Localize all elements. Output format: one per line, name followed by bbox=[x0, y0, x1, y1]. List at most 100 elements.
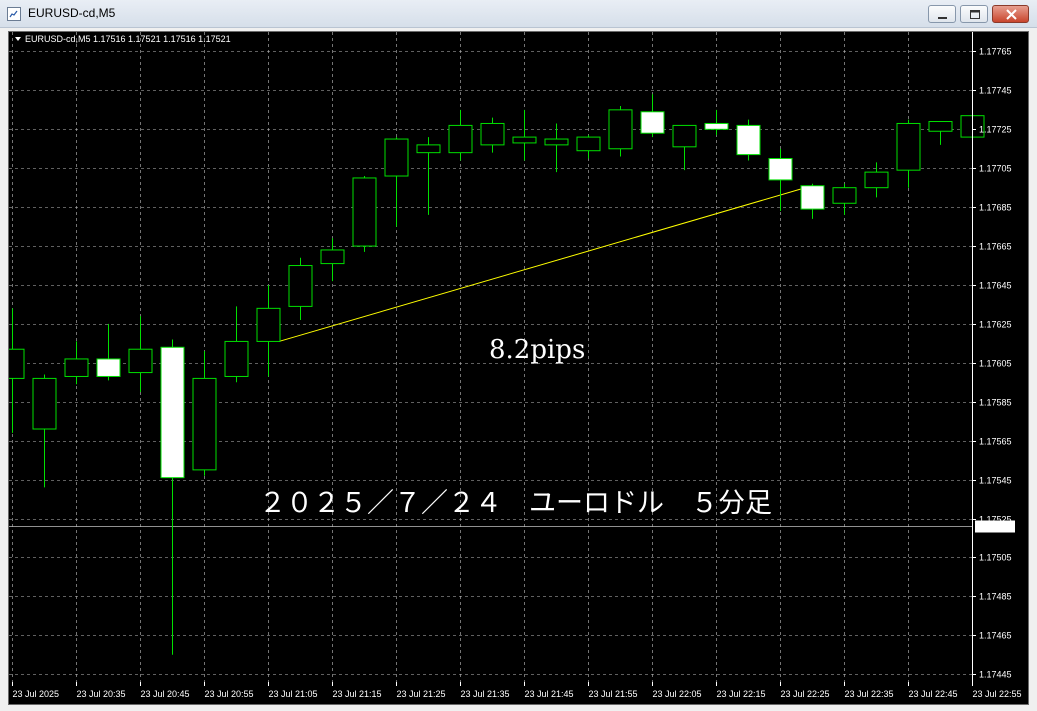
x-tick-label: 23 Jul 21:55 bbox=[589, 689, 638, 699]
candle[interactable] bbox=[768, 148, 793, 212]
candle[interactable] bbox=[64, 341, 89, 385]
candle[interactable] bbox=[448, 109, 473, 161]
x-tick-label: 23 Jul 20:35 bbox=[77, 689, 126, 699]
candle[interactable] bbox=[224, 306, 249, 383]
y-tick-label: 1.17705 bbox=[979, 164, 1012, 174]
x-tick-label: 23 Jul 21:15 bbox=[333, 689, 382, 699]
candle[interactable] bbox=[416, 137, 441, 215]
bull-candle-body bbox=[128, 348, 153, 374]
close-button[interactable] bbox=[992, 5, 1029, 23]
chart-window-icon bbox=[7, 7, 21, 21]
y-tick-label: 1.17625 bbox=[979, 320, 1012, 330]
bull-candle-body bbox=[224, 340, 249, 377]
bull-candle-body bbox=[896, 122, 921, 171]
y-tick-label: 1.17685 bbox=[979, 203, 1012, 213]
x-tick-label: 23 Jul 22:15 bbox=[717, 689, 766, 699]
bull-candle-body bbox=[256, 307, 281, 342]
info-bar: EURUSD-cd,M5 1.17516 1.17521 1.17516 1.1… bbox=[15, 34, 231, 44]
bull-candle-body bbox=[576, 136, 601, 152]
x-tick-label: 23 Jul 22:45 bbox=[909, 689, 958, 699]
bear-candle-body bbox=[96, 358, 121, 377]
y-tick-label: 1.17665 bbox=[979, 242, 1012, 252]
candle[interactable] bbox=[800, 183, 825, 219]
x-tick-label: 23 Jul 22:35 bbox=[845, 689, 894, 699]
candle[interactable] bbox=[544, 123, 569, 173]
symbol-info-line: EURUSD-cd,M5 1.17516 1.17521 1.17516 1.1… bbox=[25, 34, 231, 44]
bull-candle-body bbox=[416, 144, 441, 154]
x-tick-label: 23 Jul 22:25 bbox=[781, 689, 830, 699]
candle[interactable] bbox=[384, 137, 409, 227]
y-tick-label: 1.17605 bbox=[979, 359, 1012, 369]
dropdown-triangle-icon[interactable] bbox=[15, 37, 21, 41]
candle[interactable] bbox=[256, 284, 281, 377]
candle[interactable] bbox=[288, 257, 313, 321]
candle[interactable] bbox=[928, 121, 953, 145]
candle[interactable] bbox=[352, 176, 377, 252]
bull-candle-body bbox=[288, 265, 313, 307]
candle[interactable] bbox=[608, 105, 633, 157]
y-tick-label: 1.17465 bbox=[979, 631, 1012, 641]
candle[interactable] bbox=[192, 351, 217, 476]
bear-candle-body bbox=[640, 111, 665, 134]
candle[interactable] bbox=[9, 308, 25, 433]
chart-area[interactable]: 1.17765 1.17745 1.17725 1.17705 1.17685 1.176… bbox=[8, 31, 1029, 705]
candles bbox=[9, 94, 985, 655]
candle[interactable] bbox=[896, 119, 921, 188]
candle[interactable] bbox=[160, 339, 185, 655]
current-price-label: 1.17521 bbox=[979, 522, 1012, 532]
candle[interactable] bbox=[32, 374, 57, 488]
bull-candle-body bbox=[448, 124, 473, 154]
candle[interactable] bbox=[832, 183, 857, 215]
y-tick-label: 1.17565 bbox=[979, 437, 1012, 447]
bear-candle-body bbox=[800, 185, 825, 210]
time-axis: 23 Jul 2025 23 Jul 20:35 23 Jul 20:45 23 Ju… bbox=[12, 682, 1022, 699]
candlestick-chart[interactable]: 1.17765 1.17745 1.17725 1.17705 1.17685 1.176… bbox=[9, 32, 1028, 704]
bull-candle-body bbox=[9, 348, 25, 379]
price-label-box: 1.17521 bbox=[975, 520, 1015, 533]
x-tick-label: 23 Jul 21:05 bbox=[269, 689, 318, 699]
price-axis: 1.17765 1.17745 1.17725 1.17705 1.17685 1.176… bbox=[972, 47, 1012, 680]
candle[interactable] bbox=[480, 117, 505, 153]
bull-candle-body bbox=[608, 109, 633, 150]
candle[interactable] bbox=[128, 316, 153, 393]
bear-candle-body bbox=[704, 122, 729, 130]
bull-candle-body bbox=[192, 377, 217, 471]
candle[interactable] bbox=[864, 162, 889, 198]
x-tick-label: 23 Jul 21:25 bbox=[397, 689, 446, 699]
candle[interactable] bbox=[672, 124, 697, 171]
title-bar[interactable]: EURUSD-cd,M5 bbox=[0, 0, 1037, 28]
bull-candle-body bbox=[32, 377, 57, 430]
maximize-button[interactable] bbox=[960, 5, 988, 23]
y-tick-label: 1.17505 bbox=[979, 553, 1012, 563]
candle[interactable] bbox=[640, 94, 665, 138]
minimize-button[interactable] bbox=[928, 5, 956, 23]
y-tick-label: 1.17765 bbox=[979, 47, 1012, 57]
bull-candle-body bbox=[512, 136, 537, 144]
bear-candle-body bbox=[160, 346, 185, 479]
y-tick-label: 1.17645 bbox=[979, 281, 1012, 291]
bull-candle-body bbox=[480, 122, 505, 146]
x-tick-label: 23 Jul 20:45 bbox=[141, 689, 190, 699]
x-tick-label: 23 Jul 21:45 bbox=[525, 689, 574, 699]
candle[interactable] bbox=[512, 109, 537, 161]
bear-candle-body bbox=[736, 124, 761, 156]
bull-candle-body bbox=[832, 187, 857, 204]
y-tick-label: 1.17585 bbox=[979, 398, 1012, 408]
candle[interactable] bbox=[320, 238, 345, 282]
terminal-window: EURUSD-cd,M5 1.17765 1.17745 1.17725 1.1770… bbox=[0, 0, 1037, 711]
pips-annotation[interactable]: 8.2pips bbox=[489, 335, 585, 365]
candle[interactable] bbox=[736, 119, 761, 161]
bull-candle-body bbox=[544, 138, 569, 146]
bear-candle-body bbox=[768, 157, 793, 181]
x-tick-label: 23 Jul 22:55 bbox=[973, 689, 1022, 699]
bull-candle-body bbox=[384, 138, 409, 177]
y-tick-label: 1.17485 bbox=[979, 592, 1012, 602]
candle[interactable] bbox=[96, 323, 121, 381]
maximize-icon bbox=[970, 10, 980, 19]
caption-annotation[interactable]: ２０２５／７／２４ ユーロドル ５分足 bbox=[259, 488, 772, 519]
x-tick-label: 23 Jul 20:55 bbox=[205, 689, 254, 699]
candle[interactable] bbox=[704, 109, 729, 136]
y-tick-label: 1.17725 bbox=[979, 125, 1012, 135]
bull-candle-body bbox=[352, 177, 377, 247]
candle[interactable] bbox=[576, 135, 601, 159]
